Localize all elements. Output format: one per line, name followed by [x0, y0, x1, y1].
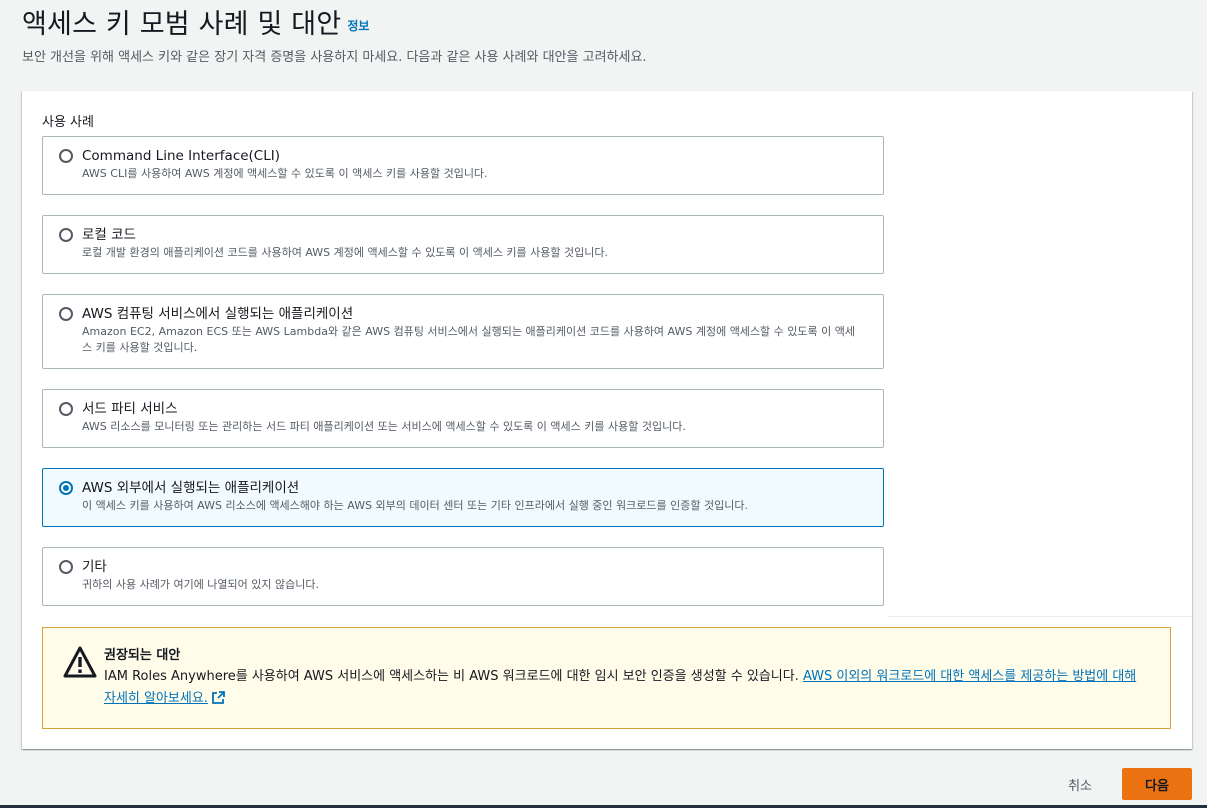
alert-message: IAM Roles Anywhere를 사용하여 AWS 서비스에 액세스하는 … [104, 669, 803, 684]
radio-button[interactable] [59, 228, 73, 242]
use-case-label: 사용 사례 [42, 115, 94, 130]
recommended-alternative-alert: 권장되는 대안 IAM Roles Anywhere를 사용하여 AWS 서비스… [42, 627, 1171, 729]
alert-text: IAM Roles Anywhere를 사용하여 AWS 서비스에 액세스하는 … [104, 666, 1146, 710]
radio-button[interactable] [59, 402, 73, 416]
warning-icon [63, 646, 97, 678]
alert-title: 권장되는 대안 [104, 648, 181, 663]
page-header: 액세스 키 모범 사례 및 대안 정보 보안 개선을 위해 액세스 키와 같은 … [22, 6, 1187, 68]
tile-description: 로컬 개발 환경의 애플리케이션 코드를 사용하여 AWS 계정에 액세스할 수… [82, 246, 609, 259]
alert-body: 권장되는 대안 IAM Roles Anywhere를 사용하여 AWS 서비스… [104, 646, 1146, 710]
radio-button[interactable] [59, 149, 73, 163]
tile-title: Command Line Interface(CLI) [82, 148, 281, 164]
radio-button-checked[interactable] [59, 481, 73, 495]
title-row: 액세스 키 모범 사례 및 대안 정보 [22, 6, 1187, 44]
tile-description: 귀하의 사용 사례가 여기에 나열되어 있지 않습니다. [82, 578, 319, 591]
tile-description: AWS CLI를 사용하여 AWS 계정에 액세스할 수 있도록 이 액세스 키… [82, 167, 488, 180]
tile-title: AWS 외부에서 실행되는 애플리케이션 [82, 480, 300, 496]
external-link-icon[interactable] [212, 691, 225, 704]
tile-title: AWS 컴퓨팅 서비스에서 실행되는 애플리케이션 [82, 306, 354, 322]
cancel-button[interactable]: 취소 [1066, 769, 1094, 800]
page-description: 보안 개선을 위해 액세스 키와 같은 장기 자격 증명을 사용하지 마세요. … [22, 50, 647, 65]
tile-description: 이 액세스 키를 사용하여 AWS 리소스에 액세스해야 하는 AWS 외부의 … [82, 499, 748, 512]
use-case-tile-third-party[interactable]: 서드 파티 서비스 AWS 리소스를 모니터링 또는 관리하는 서드 파티 애플… [42, 389, 884, 448]
info-link[interactable]: 정보 [347, 17, 369, 34]
tile-title: 기타 [82, 559, 107, 575]
footer-actions: 취소 다음 [1066, 768, 1192, 800]
tile-title: 로컬 코드 [82, 227, 136, 243]
tile-description: AWS 리소스를 모니터링 또는 관리하는 서드 파티 애플리케이션 또는 서비… [82, 420, 686, 433]
use-case-tile-local-code[interactable]: 로컬 코드 로컬 개발 환경의 애플리케이션 코드를 사용하여 AWS 계정에 … [42, 215, 884, 274]
use-case-container: 사용 사례 Command Line Interface(CLI) AWS CL… [22, 91, 1192, 749]
use-case-tile-aws-compute[interactable]: AWS 컴퓨팅 서비스에서 실행되는 애플리케이션 Amazon EC2, Am… [42, 294, 884, 369]
radio-button[interactable] [59, 560, 73, 574]
divider [887, 616, 1192, 617]
use-case-tile-other[interactable]: 기타 귀하의 사용 사례가 여기에 나열되어 있지 않습니다. [42, 547, 884, 606]
use-case-tile-outside-aws[interactable]: AWS 외부에서 실행되는 애플리케이션 이 액세스 키를 사용하여 AWS 리… [42, 468, 884, 527]
use-case-tile-cli[interactable]: Command Line Interface(CLI) AWS CLI를 사용하… [42, 136, 884, 195]
page-title: 액세스 키 모범 사례 및 대안 [22, 9, 342, 40]
radio-button[interactable] [59, 307, 73, 321]
tile-title: 서드 파티 서비스 [82, 401, 178, 417]
tile-description: Amazon EC2, Amazon ECS 또는 AWS Lambda와 같은… [82, 325, 855, 354]
use-case-tiles: Command Line Interface(CLI) AWS CLI를 사용하… [42, 136, 884, 626]
next-button[interactable]: 다음 [1122, 768, 1192, 800]
